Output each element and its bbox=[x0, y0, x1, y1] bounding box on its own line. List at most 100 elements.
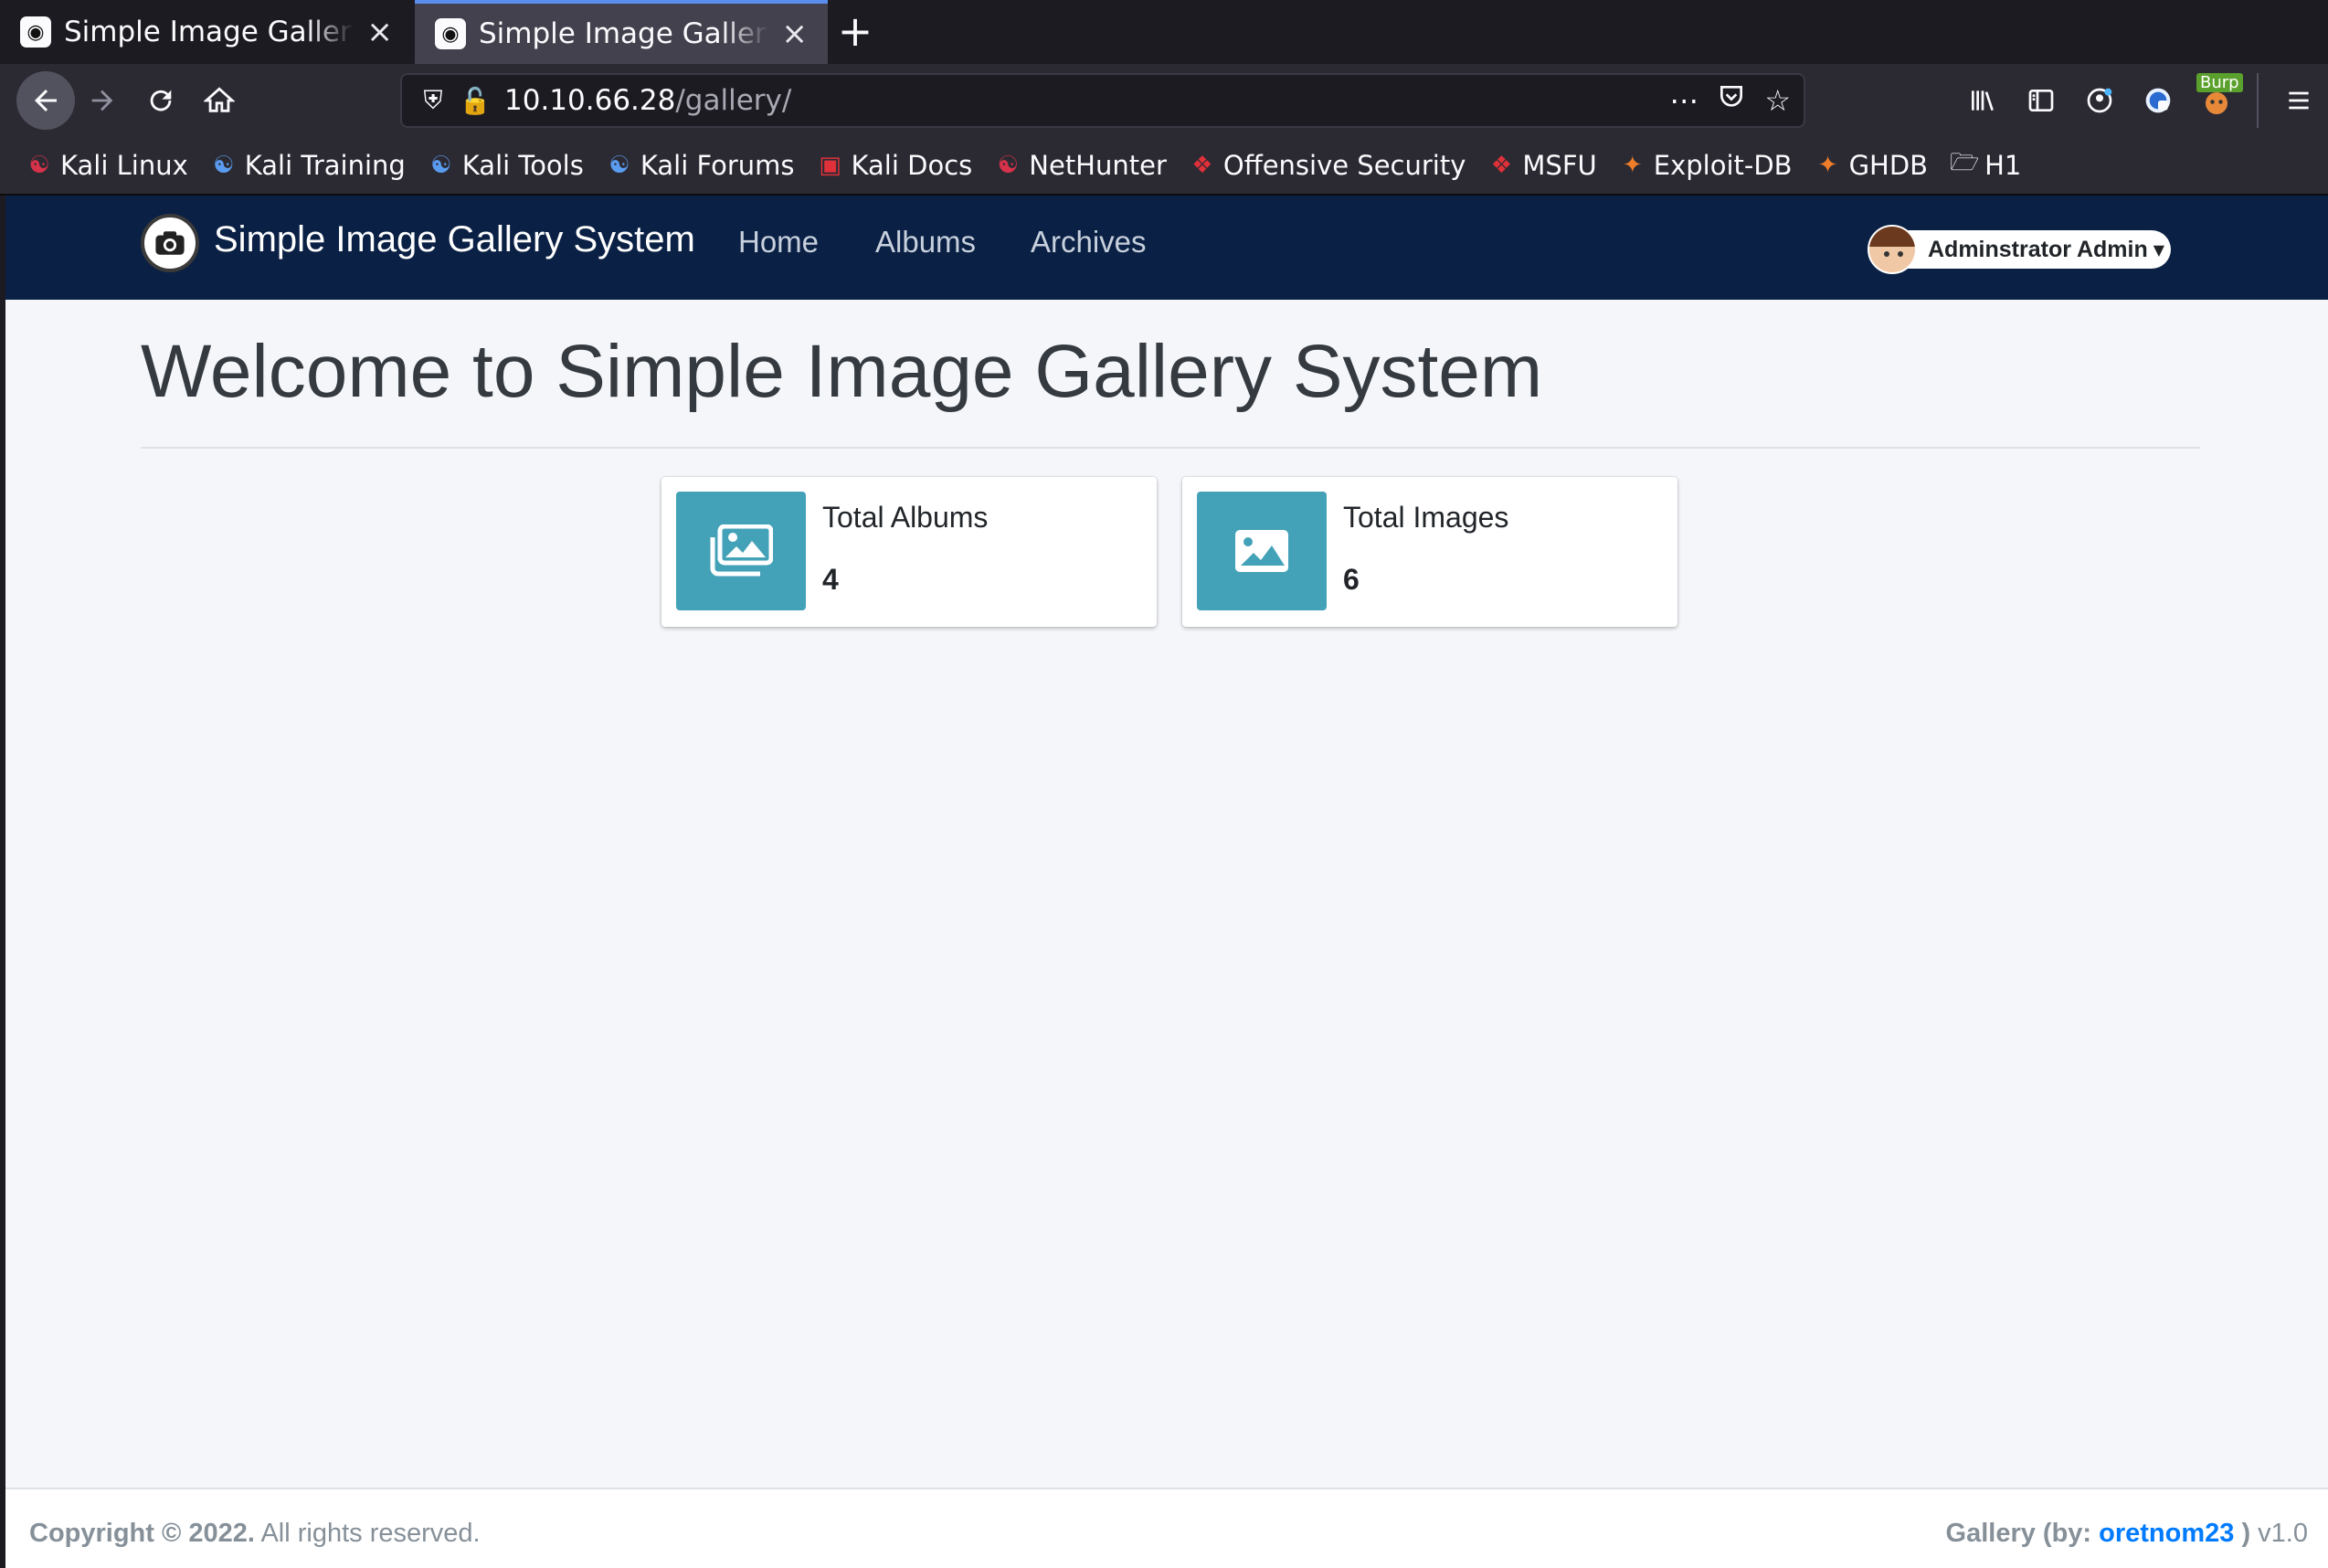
bookmark-msfu[interactable]: ❖ MSFU bbox=[1487, 150, 1597, 181]
new-tab-button[interactable]: + bbox=[833, 10, 877, 55]
nav-link-albums[interactable]: Albums bbox=[875, 225, 976, 260]
url-text[interactable]: 10.10.66.28/gallery/ bbox=[504, 84, 791, 117]
stat-label: Total Albums bbox=[822, 501, 989, 534]
browser-tab-1[interactable]: ◉ Simple Image Gallery System × bbox=[0, 0, 413, 64]
folder-icon: 🗁 bbox=[1950, 149, 1980, 176]
arrow-right-icon bbox=[91, 90, 113, 111]
offsec-icon: ❖ bbox=[1191, 152, 1213, 179]
bookmark-kali-training[interactable]: ☯ Kali Training bbox=[210, 150, 406, 181]
home-icon bbox=[204, 87, 235, 112]
bookmark-kali-linux[interactable]: ☯ Kali Linux bbox=[26, 150, 188, 181]
bookmark-label: Kali Tools bbox=[461, 150, 584, 181]
address-bar[interactable]: ⛨ 🔓 10.10.66.28/gallery/ ⋯ ☆ bbox=[400, 73, 1805, 128]
bookmark-folder-h1[interactable]: 🗁 H1 bbox=[1950, 145, 2021, 185]
bookmark-label: Offensive Security bbox=[1222, 150, 1466, 181]
tracking-shield-icon[interactable]: ⛨ bbox=[415, 85, 451, 116]
bookmark-label: Exploit-DB bbox=[1653, 150, 1793, 181]
gallery-favicon-icon: ◉ bbox=[435, 18, 466, 49]
forward-button[interactable] bbox=[77, 75, 128, 126]
author-link[interactable]: oretnom23 bbox=[2099, 1519, 2234, 1548]
bookmark-label: Kali Forums bbox=[640, 150, 795, 181]
footer-credits: Gallery (by: oretnom23 ) v1.0 bbox=[1946, 1519, 2308, 1549]
kali-blue-icon: ☯ bbox=[430, 152, 452, 179]
divider bbox=[141, 447, 2200, 449]
toolbar-separator bbox=[2257, 73, 2259, 128]
pocket-icon[interactable] bbox=[1717, 82, 1746, 119]
account-icon[interactable] bbox=[2070, 75, 2129, 126]
stat-card-images: Total Images 6 bbox=[1182, 477, 1677, 627]
bookmark-kali-forums[interactable]: ☯ Kali Forums bbox=[606, 150, 795, 181]
close-tab-icon[interactable]: × bbox=[366, 14, 393, 50]
version-text: v1.0 bbox=[2250, 1519, 2308, 1548]
images-icon bbox=[676, 492, 806, 610]
browser-tab-2[interactable]: ◉ Simple Image Gallery System × bbox=[415, 0, 828, 64]
stat-label: Total Images bbox=[1343, 501, 1509, 534]
footer: Copyright © 2022. All rights reserved. G… bbox=[5, 1488, 2328, 1568]
credits-suffix: ) bbox=[2234, 1519, 2251, 1548]
bookmark-offensive-security[interactable]: ❖ Offensive Security bbox=[1189, 150, 1466, 181]
sidebar-icon[interactable] bbox=[2012, 75, 2070, 126]
kali-blue-icon: ☯ bbox=[608, 152, 630, 179]
reload-icon bbox=[150, 90, 172, 111]
menu-hamburger-icon[interactable] bbox=[2270, 75, 2328, 126]
app-navbar: Simple Image Gallery System Home Albums … bbox=[5, 196, 2328, 300]
bookmark-label: H1 bbox=[1984, 150, 2022, 181]
kali-blue-icon: ☯ bbox=[213, 152, 235, 179]
camera-logo-icon[interactable] bbox=[141, 214, 199, 272]
bookmark-label: MSFU bbox=[1522, 150, 1597, 181]
arrow-left-icon bbox=[35, 90, 57, 111]
close-tab-icon[interactable]: × bbox=[781, 16, 808, 52]
copyright-bold: Copyright © 2022. bbox=[29, 1519, 255, 1548]
bookmark-exploit-db[interactable]: ✦ Exploit-DB bbox=[1619, 150, 1793, 181]
home-button[interactable] bbox=[194, 75, 245, 126]
exploitdb-icon: ✦ bbox=[1622, 152, 1643, 179]
bookmark-label: GHDB bbox=[1848, 150, 1929, 181]
caret-down-icon: ▼ bbox=[2153, 240, 2165, 259]
kali-dragon-icon: ☯ bbox=[28, 152, 50, 179]
bookmarks-toolbar: ☯ Kali Linux ☯ Kali Training ☯ Kali Tools ☯… bbox=[0, 137, 2328, 196]
stat-value: 6 bbox=[1343, 563, 1360, 596]
page-actions-icon[interactable]: ⋯ bbox=[1669, 83, 1698, 118]
back-button[interactable] bbox=[16, 71, 75, 130]
nav-link-home[interactable]: Home bbox=[738, 225, 819, 260]
bookmark-label: NetHunter bbox=[1029, 150, 1167, 181]
bookmark-nethunter[interactable]: ☯ NetHunter bbox=[994, 150, 1167, 181]
bookmark-label: Kali Linux bbox=[60, 150, 188, 181]
user-dropdown-button[interactable]: Adminstrator Admin ▼ bbox=[1868, 225, 2171, 274]
browser-toolbar: ⛨ 🔓 10.10.66.28/gallery/ ⋯ ☆ Burp bbox=[0, 64, 2328, 137]
bookmark-kali-docs[interactable]: ▣ Kali Docs bbox=[817, 150, 973, 181]
bookmark-kali-tools[interactable]: ☯ Kali Tools bbox=[428, 150, 584, 181]
bookmark-label: Kali Docs bbox=[851, 150, 973, 181]
kali-dragon-icon: ☯ bbox=[997, 152, 1019, 179]
nav-link-archives[interactable]: Archives bbox=[1031, 225, 1147, 260]
stat-value: 4 bbox=[822, 563, 839, 596]
avatar bbox=[1868, 225, 1917, 274]
reload-button[interactable] bbox=[135, 75, 186, 126]
stat-card-albums: Total Albums 4 bbox=[661, 477, 1157, 627]
offsec-icon: ❖ bbox=[1490, 152, 1513, 179]
credits-prefix: Gallery (by: bbox=[1945, 1519, 2100, 1548]
page-viewport: Simple Image Gallery System Home Albums … bbox=[5, 196, 2328, 1568]
image-icon bbox=[1197, 492, 1327, 610]
insecure-lock-icon[interactable]: 🔓 bbox=[457, 86, 493, 116]
tab-title: Simple Image Gallery System bbox=[479, 17, 768, 50]
page-title: Welcome to Simple Image Gallery System bbox=[141, 330, 1543, 413]
url-host: 10.10.66.28 bbox=[504, 84, 676, 117]
foxyproxy-burp-icon[interactable]: Burp bbox=[2187, 73, 2246, 126]
burp-badge: Burp bbox=[2196, 73, 2243, 92]
exploitdb-icon: ✦ bbox=[1817, 152, 1838, 179]
bookmark-ghdb[interactable]: ✦ GHDB bbox=[1815, 150, 1929, 181]
user-name: Adminstrator Admin bbox=[1928, 236, 2148, 262]
brand-title[interactable]: Simple Image Gallery System bbox=[214, 219, 695, 260]
footer-copyright: Copyright © 2022. All rights reserved. bbox=[29, 1519, 481, 1549]
browser-tab-bar: ◉ Simple Image Gallery System × ◉ Simple… bbox=[0, 0, 2328, 64]
copyright-rest: All rights reserved. bbox=[254, 1519, 481, 1548]
url-path: /gallery/ bbox=[675, 84, 792, 117]
bookmark-label: Kali Training bbox=[244, 150, 406, 181]
kali-docs-icon: ▣ bbox=[819, 152, 841, 179]
bookmark-star-icon[interactable]: ☆ bbox=[1764, 83, 1791, 118]
library-icon[interactable] bbox=[1953, 75, 2012, 126]
tab-title: Simple Image Gallery System bbox=[64, 16, 354, 48]
gallery-favicon-icon: ◉ bbox=[20, 16, 51, 48]
extension-icon[interactable] bbox=[2129, 75, 2187, 126]
